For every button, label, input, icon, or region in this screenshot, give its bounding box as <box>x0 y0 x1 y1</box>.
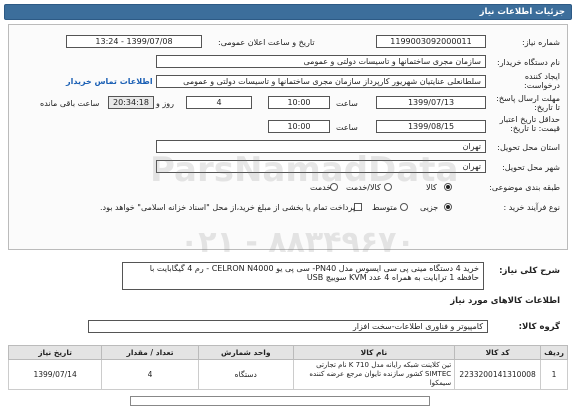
treasury-bond-note: پرداخت تمام یا بخشی از مبلغ خرید،از محل … <box>100 203 356 212</box>
remaining-days-field: 4 <box>186 96 252 109</box>
remaining-days-label: روز و <box>156 99 174 108</box>
treasury-bond-checkbox[interactable] <box>354 203 362 211</box>
remaining-time-field: 20:34:18 <box>108 96 154 109</box>
goods-group-label: گروه کالا: <box>518 322 560 332</box>
goods-table: ردیف کد کالا نام کالا واحد شمارش تعداد /… <box>7 345 568 390</box>
radio-medium[interactable] <box>400 203 408 211</box>
col-code: کد کالا <box>454 345 542 360</box>
radio-service-label: خدمت <box>310 183 332 192</box>
buyer-org-label: نام دستگاه خریدار: <box>497 58 560 67</box>
delivery-city-field: تهران <box>156 160 486 173</box>
col-name: نام کالا <box>292 345 456 360</box>
buyer-contact-link[interactable]: اطلاعات تماس خریدار <box>66 77 153 86</box>
col-row: ردیف <box>540 345 568 360</box>
radio-minor[interactable] <box>444 203 452 211</box>
cell-qty: 4 <box>101 359 199 390</box>
summary-text: خرید 4 دستگاه مینی پی سی ایسوس مدل PN40-… <box>122 262 484 290</box>
creator-label: ایجاد کننده درخواست: <box>524 72 560 90</box>
radio-goods-service[interactable] <box>384 183 392 191</box>
need-number-label: شماره نیاز: <box>522 38 560 47</box>
announce-datetime-label: تاریخ و ساعت اعلان عمومی: <box>218 38 315 47</box>
price-validity-time-field: 10:00 <box>268 120 330 133</box>
radio-minor-label: جزیی <box>420 203 439 212</box>
goods-group-field: کامپیوتر و فناوری اطلاعات-سخت افزار <box>88 320 488 333</box>
cell-date: 1399/07/14 <box>7 359 103 390</box>
bottom-field <box>130 396 430 406</box>
summary-label: شرح کلی نیاز: <box>499 266 560 276</box>
purchase-type-label: نوع فرآیند خرید : <box>503 203 560 212</box>
reply-deadline-label: مهلت ارسال پاسخ: تا تاریخ: <box>496 94 560 112</box>
page-title: جزئیات اطلاعات نیاز <box>479 7 565 17</box>
price-validity-time-label: ساعت <box>336 123 358 132</box>
radio-goods-service-label: کالا/خدمت <box>346 183 381 192</box>
cell-row: 1 <box>540 359 568 390</box>
reply-deadline-time-field: 10:00 <box>268 96 330 109</box>
delivery-city-label: شهر محل تحویل: <box>502 163 560 172</box>
announce-datetime-field: 1399/07/08 - 13:24 <box>66 35 202 48</box>
radio-medium-label: متوسط <box>372 203 398 212</box>
page-header: جزئیات اطلاعات نیاز <box>4 4 572 20</box>
reply-deadline-date-field: 1399/07/13 <box>376 96 486 109</box>
price-validity-date-field: 1399/08/15 <box>376 120 486 133</box>
delivery-province-field: تهران <box>156 140 486 153</box>
cell-unit: دستگاه <box>197 359 294 390</box>
col-unit: واحد شمارش <box>197 345 294 360</box>
buyer-org-field: سازمان مجری ساختمانها و تاسیسات دولتی و … <box>156 55 486 68</box>
col-date: تاریخ نیاز <box>7 345 103 360</box>
cell-name: تین کلاینت شبکه رایانه مدل K 710 نام تجا… <box>292 359 456 390</box>
price-validity-label: حداقل تاریخ اعتبار قیمت: تا تاریخ: <box>499 115 560 133</box>
goods-section-title: اطلاعات کالاهای مورد نیاز <box>450 296 560 306</box>
remaining-time-label: ساعت باقی مانده <box>40 99 100 108</box>
goods-table-header: ردیف کد کالا نام کالا واحد شمارش تعداد /… <box>7 345 568 360</box>
radio-goods-label: کالا <box>426 183 437 192</box>
radio-goods[interactable] <box>444 183 452 191</box>
col-qty: تعداد / مقدار <box>101 345 199 360</box>
subject-class-label: طبقه بندی موضوعی: <box>489 183 560 192</box>
creator-field: سلطانعلی عنایتیان شهریور کارپرداز سازمان… <box>156 75 486 88</box>
need-number-field: 1199003092000011 <box>376 35 486 48</box>
cell-code: 2233200141310008 <box>454 359 542 390</box>
table-row[interactable]: 1 2233200141310008 تین کلاینت شبکه رایان… <box>7 359 568 390</box>
reply-deadline-time-label: ساعت <box>336 99 358 108</box>
delivery-province-label: استان محل تحویل: <box>497 143 560 152</box>
